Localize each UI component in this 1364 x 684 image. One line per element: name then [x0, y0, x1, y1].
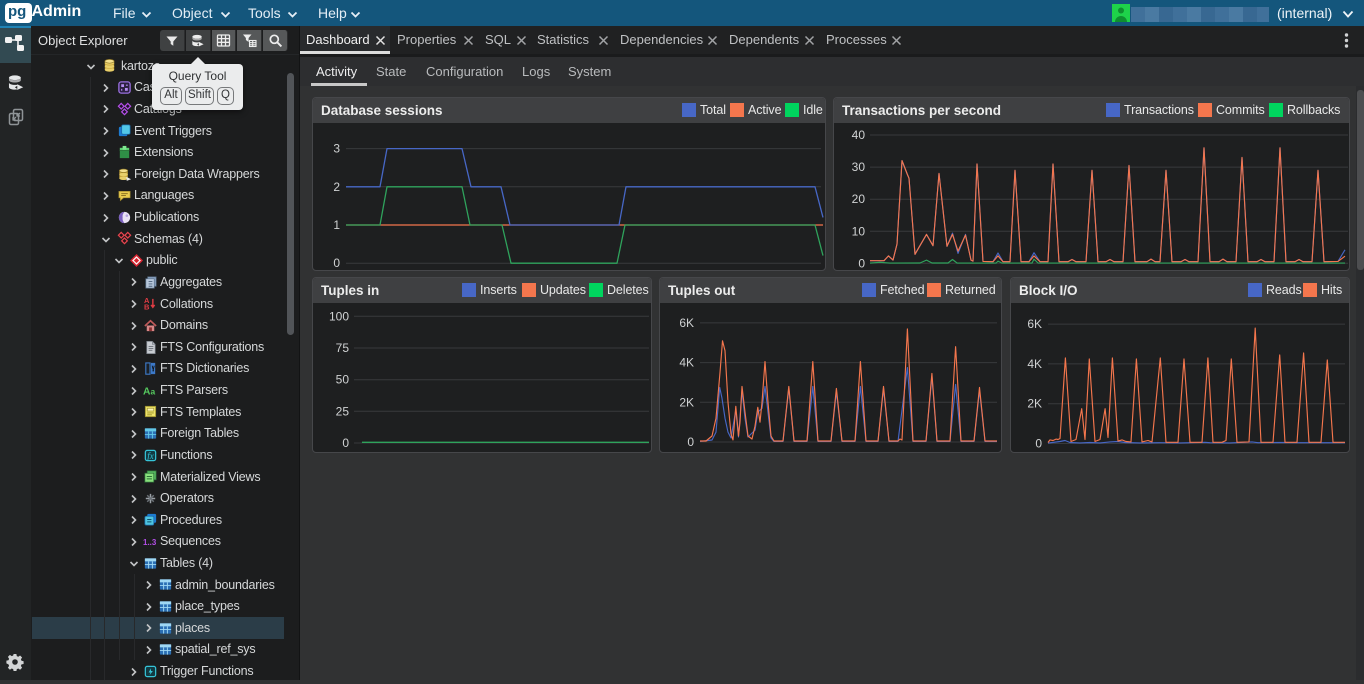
svg-text:4K: 4K	[679, 356, 694, 370]
svg-text:30: 30	[852, 160, 866, 174]
svg-text:6K: 6K	[679, 316, 694, 330]
svg-text:B: B	[144, 303, 150, 311]
svg-text:2K: 2K	[1027, 397, 1042, 411]
svg-text:2: 2	[333, 180, 340, 194]
svg-text:4K: 4K	[1027, 357, 1042, 371]
svg-text:0: 0	[342, 436, 349, 450]
svg-text:1..3: 1..3	[143, 538, 157, 547]
svg-text:0: 0	[1035, 437, 1042, 451]
svg-text:0: 0	[858, 256, 865, 270]
svg-text:100: 100	[329, 309, 349, 323]
svg-text:25: 25	[336, 404, 350, 418]
svg-text:a: a	[151, 386, 156, 396]
svg-text:2K: 2K	[679, 395, 694, 409]
svg-text:10: 10	[852, 224, 866, 238]
svg-text:50: 50	[336, 373, 350, 387]
svg-text:fx: fx	[147, 450, 153, 460]
svg-text:0: 0	[333, 256, 340, 270]
svg-text:20: 20	[852, 192, 866, 206]
svg-text:75: 75	[336, 341, 350, 355]
svg-text:0: 0	[687, 435, 694, 449]
svg-text:1: 1	[333, 218, 340, 232]
svg-text:40: 40	[852, 128, 866, 142]
svg-text:3: 3	[333, 142, 340, 156]
svg-text:6K: 6K	[1027, 317, 1042, 331]
